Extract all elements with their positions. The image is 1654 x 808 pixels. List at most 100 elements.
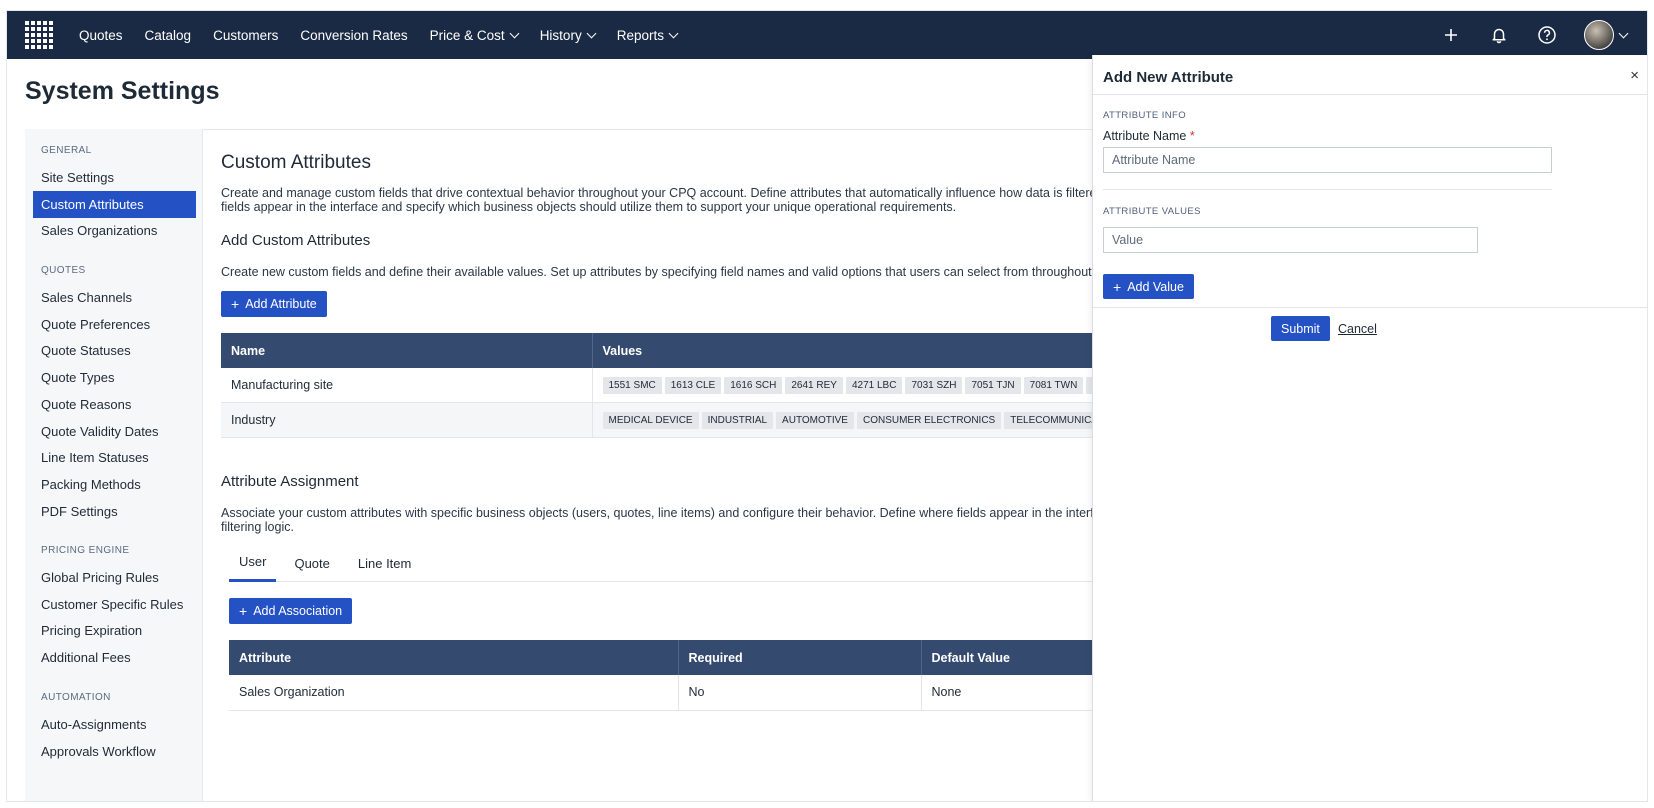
value-tag: MEDICAL DEVICE <box>602 412 699 429</box>
attribute-name-label: Attribute Name * <box>1103 129 1195 143</box>
tab-line-item[interactable]: Line Item <box>348 544 421 582</box>
required-marker: * <box>1189 129 1195 143</box>
divider <box>1103 189 1552 190</box>
value-tag: 2641 REY <box>785 377 843 394</box>
value-tag: AUTOMOTIVE <box>776 412 854 429</box>
attribute-name-cell: Industry <box>221 402 593 438</box>
add-value-label: Add Value <box>1127 279 1184 294</box>
value-tag: 4271 LBC <box>845 377 903 394</box>
add-attribute-label: Add Attribute <box>245 297 317 311</box>
plus-icon: + <box>231 296 240 312</box>
attribute-name-label-text: Attribute Name <box>1103 129 1187 143</box>
add-attribute-button[interactable]: + Add Attribute <box>221 291 327 317</box>
column-header-name: Name <box>221 333 593 368</box>
value-tag: 7051 TJN <box>965 377 1021 394</box>
plus-icon[interactable] <box>1440 24 1462 46</box>
nav-item-label: Conversion Rates <box>300 27 408 43</box>
nav-item-conversion-rates[interactable]: Conversion Rates <box>300 28 407 43</box>
nav-item-quotes[interactable]: Quotes <box>79 28 123 43</box>
value-tag: CONSUMER ELECTRONICS <box>856 412 1002 429</box>
app-window: Quotes Catalog Customers Conversion Rates Pr… <box>6 10 1648 802</box>
nav-menu: Quotes Catalog Customers Conversion Rates Pr… <box>79 28 699 43</box>
divider <box>1093 94 1647 95</box>
sidebar-item-auto-assignments[interactable]: Auto-Assignments <box>33 711 196 738</box>
chevron-down-icon <box>509 28 520 38</box>
close-icon[interactable]: × <box>1630 67 1639 84</box>
nav-item-label: Price & Cost <box>429 27 505 43</box>
column-header-attribute: Attribute <box>229 640 679 675</box>
add-value-button[interactable]: + Add Value <box>1103 274 1194 299</box>
value-tag: 1616 SCH <box>724 377 783 394</box>
section-title: Custom Attributes <box>221 152 371 173</box>
value-tag: 7081 TWN <box>1023 377 1084 394</box>
sidebar-item-site-settings[interactable]: Site Settings <box>33 164 196 191</box>
nav-item-price-and-cost[interactable]: Price & Cost <box>429 27 520 43</box>
sidebar-item-sales-channels[interactable]: Sales Channels <box>33 284 196 311</box>
attribute-name-input[interactable] <box>1103 147 1552 173</box>
assignment-description-line-2: filtering logic. <box>221 520 294 534</box>
submit-button[interactable]: Submit <box>1271 316 1330 341</box>
nav-item-catalog[interactable]: Catalog <box>145 28 192 43</box>
sidebar-item-quote-validity-dates[interactable]: Quote Validity Dates <box>33 418 196 445</box>
sidebar-item-packing-methods[interactable]: Packing Methods <box>33 471 196 498</box>
sidebar-section-pricing-engine: PRICING ENGINE <box>41 545 130 556</box>
add-attribute-drawer: Add New Attribute × ATTRIBUTE INFO Attri… <box>1092 55 1647 801</box>
required-cell: No <box>678 675 922 711</box>
section-description-line-2: fields appear in the interface and speci… <box>221 200 957 214</box>
nav-item-label: History <box>539 27 582 43</box>
sidebar-section-automation: AUTOMATION <box>41 692 111 703</box>
value-tag: 1613 CLE <box>664 377 722 394</box>
sidebar-item-additional-fees[interactable]: Additional Fees <box>33 644 196 671</box>
chevron-down-icon <box>668 28 679 38</box>
cancel-link[interactable]: Cancel <box>1338 322 1377 336</box>
value-tag: INDUSTRIAL <box>701 412 774 429</box>
tab-quote[interactable]: Quote <box>284 544 339 582</box>
sidebar-item-quote-statuses[interactable]: Quote Statuses <box>33 337 196 364</box>
app-logo-icon[interactable] <box>25 21 53 49</box>
nav-item-history[interactable]: History <box>539 27 597 43</box>
sidebar-item-pricing-expiration[interactable]: Pricing Expiration <box>33 617 196 644</box>
sidebar-item-quote-reasons[interactable]: Quote Reasons <box>33 391 196 418</box>
drawer-title: Add New Attribute <box>1103 69 1234 86</box>
sidebar-section-general: GENERAL <box>41 145 92 156</box>
sidebar-item-custom-attributes[interactable]: Custom Attributes <box>33 190 196 218</box>
nav-right-tools <box>1440 11 1629 59</box>
plus-icon: + <box>1113 278 1122 295</box>
nav-item-customers[interactable]: Customers <box>213 28 278 43</box>
add-association-button[interactable]: + Add Association <box>229 598 353 624</box>
chevron-down-icon <box>586 28 597 38</box>
attribute-assignment-title: Attribute Assignment <box>221 473 359 490</box>
divider <box>1093 307 1647 308</box>
attribute-value-input[interactable] <box>1103 227 1478 253</box>
chevron-down-icon <box>1618 28 1629 38</box>
sidebar-section-quotes: QUOTES <box>41 265 86 276</box>
nav-item-label: Catalog <box>144 27 192 43</box>
plus-icon: + <box>239 603 248 619</box>
attribute-cell: Sales Organization <box>229 675 679 711</box>
top-nav: Quotes Catalog Customers Conversion Rates Pr… <box>7 11 1647 59</box>
column-header-required: Required <box>678 640 922 675</box>
sidebar-item-sales-organizations[interactable]: Sales Organizations <box>33 217 196 244</box>
add-association-label: Add Association <box>253 604 343 618</box>
value-tag: 7031 SZH <box>905 377 963 394</box>
page-title: System Settings <box>25 77 220 105</box>
sidebar-item-quote-preferences[interactable]: Quote Preferences <box>33 311 196 338</box>
sidebar-item-line-item-statuses[interactable]: Line Item Statuses <box>33 444 196 471</box>
tab-user[interactable]: User <box>229 544 277 582</box>
nav-item-reports[interactable]: Reports <box>616 27 679 43</box>
nav-item-label: Quotes <box>79 27 123 43</box>
add-attributes-title: Add Custom Attributes <box>221 232 371 249</box>
bell-icon[interactable] <box>1488 24 1510 46</box>
attribute-info-heading: ATTRIBUTE INFO <box>1103 110 1187 121</box>
attribute-name-cell: Manufacturing site <box>221 368 593 403</box>
sidebar-item-global-pricing-rules[interactable]: Global Pricing Rules <box>33 564 196 591</box>
assignment-description-line-1: Associate your custom attributes with sp… <box>221 506 1135 520</box>
sidebar-item-approvals-workflow[interactable]: Approvals Workflow <box>33 738 196 765</box>
help-icon[interactable] <box>1536 24 1558 46</box>
sidebar-item-customer-specific-rules[interactable]: Customer Specific Rules <box>33 591 196 618</box>
user-menu[interactable] <box>1584 20 1629 50</box>
sidebar-item-pdf-settings[interactable]: PDF Settings <box>33 498 196 525</box>
nav-item-label: Reports <box>616 27 664 43</box>
attribute-values-heading: ATTRIBUTE VALUES <box>1103 206 1201 217</box>
sidebar-item-quote-types[interactable]: Quote Types <box>33 364 196 391</box>
